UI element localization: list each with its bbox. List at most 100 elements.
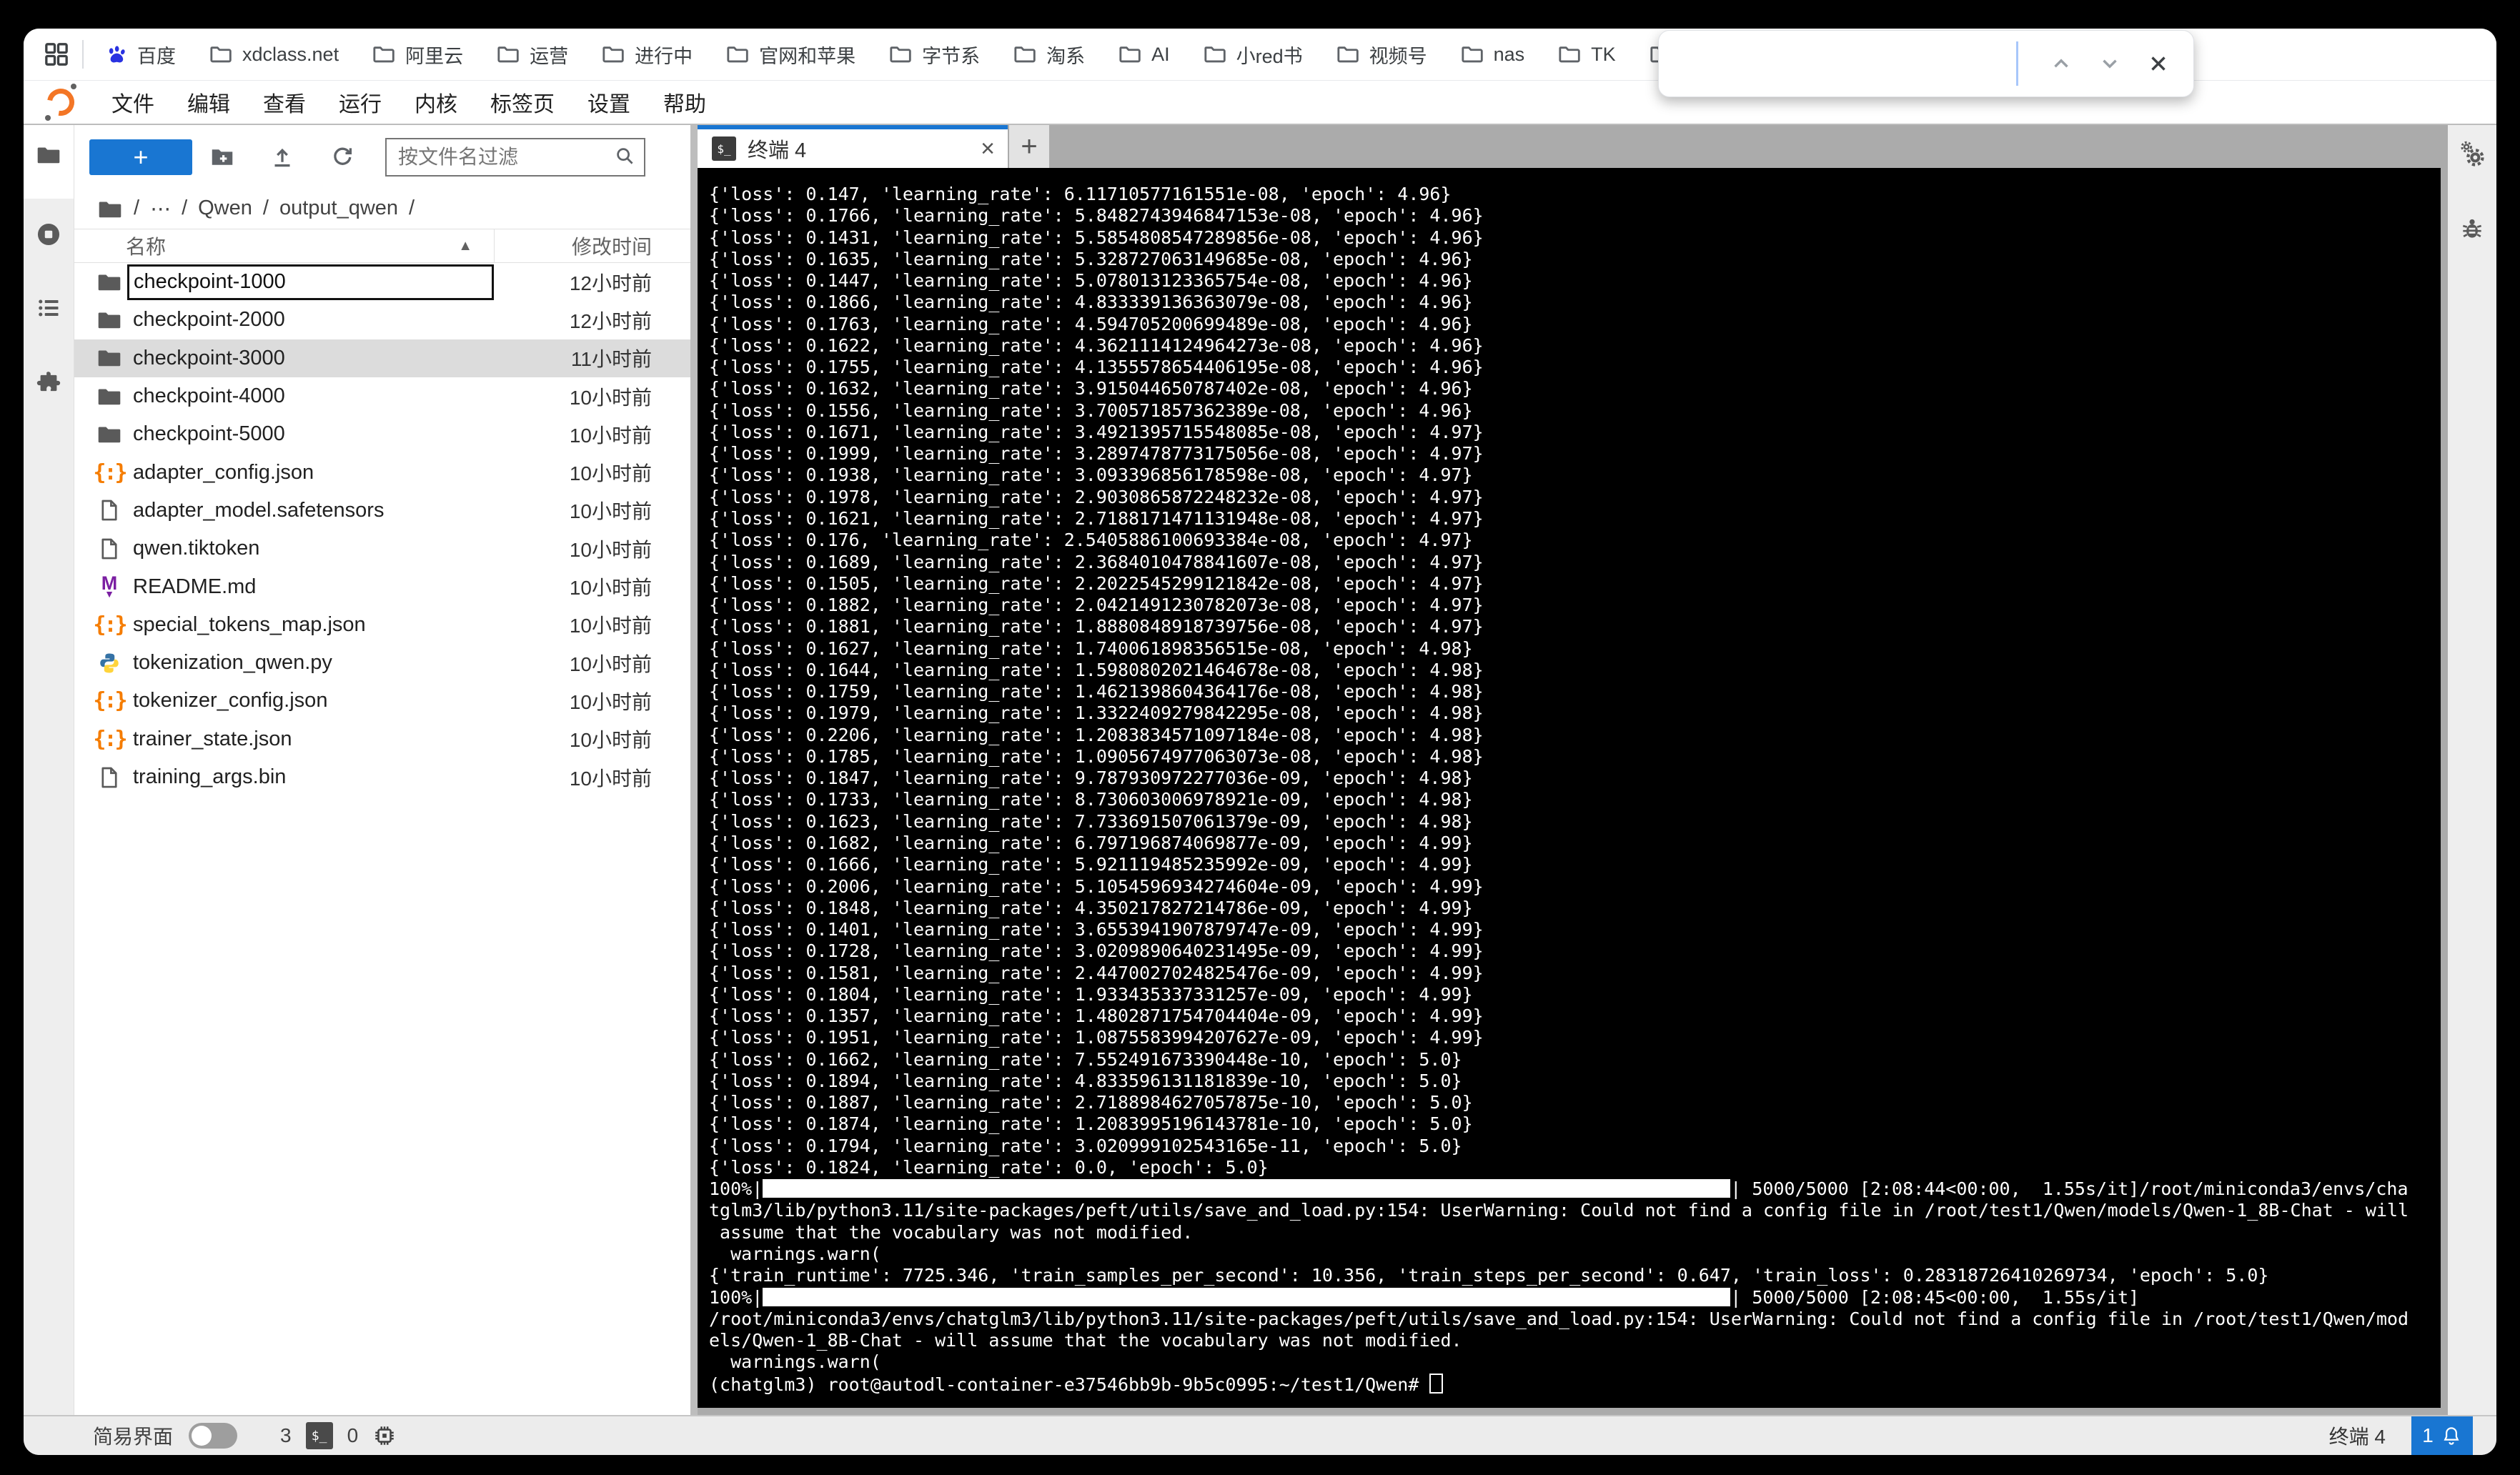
bookmark-item[interactable]: nas: [1460, 42, 1525, 66]
file-icon: [94, 537, 124, 561]
filter-input[interactable]: [397, 145, 614, 169]
bookmark-item[interactable]: 淘系: [1013, 41, 1085, 69]
terminal-output[interactable]: {'loss': 0.147, 'learning_rate': 6.11710…: [698, 168, 2441, 1408]
file-modified-time: 10小时前: [494, 496, 690, 525]
bookmark-item[interactable]: 官网和苹果: [725, 41, 855, 69]
menu-文件[interactable]: 文件: [99, 86, 167, 118]
find-previous-button[interactable]: [2037, 39, 2085, 88]
file-row[interactable]: M▼README.md10小时前: [74, 567, 690, 605]
terminal-line: {'loss': 0.1759, 'learning_rate': 1.4621…: [709, 681, 2441, 702]
terminal-line: {'loss': 0.1632, 'learning_rate': 3.9150…: [709, 378, 2441, 399]
file-row[interactable]: qwen.tiktoken10小时前: [74, 530, 690, 567]
rename-input[interactable]: [127, 264, 494, 300]
bookmark-item[interactable]: 百度: [105, 41, 176, 69]
menu-内核[interactable]: 内核: [402, 86, 470, 118]
property-inspector-gears-icon[interactable]: [2457, 139, 2487, 173]
bookmark-item[interactable]: xdclass.net: [209, 42, 339, 66]
file-list-header: 名称 ▲ 修改时间: [74, 229, 690, 263]
bookmark-label: 进行中: [635, 41, 693, 69]
bookmark-label: 运营: [530, 41, 568, 69]
sort-ascending-icon[interactable]: ▲: [458, 238, 472, 254]
list-icon[interactable]: [36, 295, 61, 324]
bookmark-item[interactable]: TK: [1557, 42, 1616, 66]
new-folder-button[interactable]: [202, 144, 242, 171]
file-row[interactable]: training_args.bin10小时前: [74, 758, 690, 796]
close-icon[interactable]: [2134, 39, 2183, 88]
file-row[interactable]: checkpoint-200012小时前: [74, 301, 690, 339]
menu-设置[interactable]: 设置: [575, 86, 643, 118]
terminal-icon: $_: [712, 136, 736, 161]
breadcrumb-segment[interactable]: /: [182, 197, 187, 222]
breadcrumb-segment[interactable]: /: [409, 197, 415, 222]
refresh-button[interactable]: [322, 144, 362, 170]
menu-编辑[interactable]: 编辑: [175, 86, 242, 118]
terminal-line: {'loss': 0.1431, 'learning_rate': 5.5854…: [709, 227, 2441, 249]
breadcrumb-segment[interactable]: Qwen: [198, 197, 252, 222]
file-modified-time: 12小时前: [494, 306, 690, 334]
terminal-line: {'loss': 0.1874, 'learning_rate': 1.2083…: [709, 1113, 2441, 1135]
terminal-line: {'loss': 0.1848, 'learning_rate': 4.3502…: [709, 898, 2441, 919]
file-row[interactable]: checkpoint-300011小时前: [74, 339, 690, 377]
tab-terminal-4[interactable]: $_ 终端 4 ×: [698, 125, 1008, 168]
notifications-badge[interactable]: 1: [2411, 1416, 2473, 1455]
new-tab-button[interactable]: +: [1009, 125, 1049, 168]
debugger-bug-icon[interactable]: [2459, 215, 2486, 246]
file-name: qwen.tiktoken: [133, 537, 494, 560]
bookmark-label: TK: [1591, 44, 1616, 66]
bookmark-item[interactable]: 字节系: [888, 41, 980, 69]
status-bar: 简易界面 3 $_ 0 终端 4 1: [24, 1415, 2496, 1455]
breadcrumb-segment[interactable]: ⋯: [150, 197, 171, 222]
terminal-icon[interactable]: $_: [306, 1422, 333, 1449]
browser-window: 百度 xdclass.net 阿里云 运营 进行中 官网和苹果 字节系 淘系 AI 小red书 视频…: [24, 29, 2496, 1455]
bookmark-label: 淘系: [1046, 41, 1085, 69]
bookmark-item[interactable]: 运营: [496, 41, 568, 69]
upload-button[interactable]: [262, 144, 302, 170]
file-row[interactable]: {:}tokenizer_config.json10小时前: [74, 682, 690, 720]
new-launcher-button[interactable]: +: [89, 139, 192, 175]
breadcrumb-root-folder-icon[interactable]: [97, 197, 123, 222]
extensions-puzzle-icon[interactable]: [35, 369, 62, 400]
menu-帮助[interactable]: 帮助: [651, 86, 718, 118]
find-next-button[interactable]: [2085, 39, 2134, 88]
file-row[interactable]: {:}adapter_config.json10小时前: [74, 453, 690, 491]
column-header-modified[interactable]: 修改时间: [494, 229, 690, 262]
file-modified-time: 10小时前: [494, 649, 690, 677]
folder-icon: [1460, 42, 1484, 66]
bookmark-item[interactable]: 视频号: [1336, 41, 1427, 69]
terminal-line: {'loss': 0.2006, 'learning_rate': 5.1054…: [709, 876, 2441, 898]
tab-close-icon[interactable]: ×: [981, 135, 995, 163]
file-modified-time: 10小时前: [494, 610, 690, 639]
find-input[interactable]: [1659, 41, 2016, 86]
terminal-line: {'loss': 0.1622, 'learning_rate': 4.3621…: [709, 335, 2441, 357]
menu-运行[interactable]: 运行: [327, 86, 394, 118]
panel-splitter[interactable]: [690, 125, 698, 1415]
file-row[interactable]: 12小时前: [74, 263, 690, 301]
file-row[interactable]: checkpoint-500010小时前: [74, 415, 690, 453]
running-kernels-icon[interactable]: [35, 221, 62, 252]
bookmark-item[interactable]: 进行中: [601, 41, 693, 69]
bookmark-label: 官网和苹果: [759, 41, 855, 69]
menu-标签页[interactable]: 标签页: [478, 86, 567, 118]
simple-interface-toggle[interactable]: [189, 1423, 237, 1449]
breadcrumb-segment[interactable]: /: [263, 197, 269, 222]
column-header-name[interactable]: 名称 ▲: [74, 229, 494, 262]
terminal-line: {'train_runtime': 7725.346, 'train_sampl…: [709, 1265, 2441, 1286]
file-row[interactable]: {:}special_tokens_map.json10小时前: [74, 606, 690, 644]
file-browser-tab-folder-icon[interactable]: [36, 142, 61, 172]
bookmark-item[interactable]: 阿里云: [372, 41, 463, 69]
menu-查看[interactable]: 查看: [251, 86, 318, 118]
kernel-cpu-icon[interactable]: [372, 1424, 397, 1448]
apps-grid-icon[interactable]: [42, 40, 71, 69]
file-row[interactable]: adapter_model.safetensors10小时前: [74, 492, 690, 530]
bookmark-item[interactable]: 小red书: [1203, 41, 1303, 69]
breadcrumb-segment[interactable]: output_qwen: [279, 197, 398, 222]
bookmark-item[interactable]: AI: [1118, 42, 1170, 66]
terminal-line: tglm3/lib/python3.11/site-packages/peft/…: [709, 1200, 2441, 1221]
file-modified-time: 10小时前: [494, 687, 690, 715]
file-row[interactable]: {:}trainer_state.json10小时前: [74, 720, 690, 758]
terminal-line: {'loss': 0.1979, 'learning_rate': 1.3322…: [709, 702, 2441, 724]
file-row[interactable]: tokenization_qwen.py10小时前: [74, 644, 690, 682]
file-row[interactable]: checkpoint-400010小时前: [74, 377, 690, 415]
folder-icon: [94, 269, 124, 295]
breadcrumb-segment[interactable]: /: [134, 197, 139, 222]
